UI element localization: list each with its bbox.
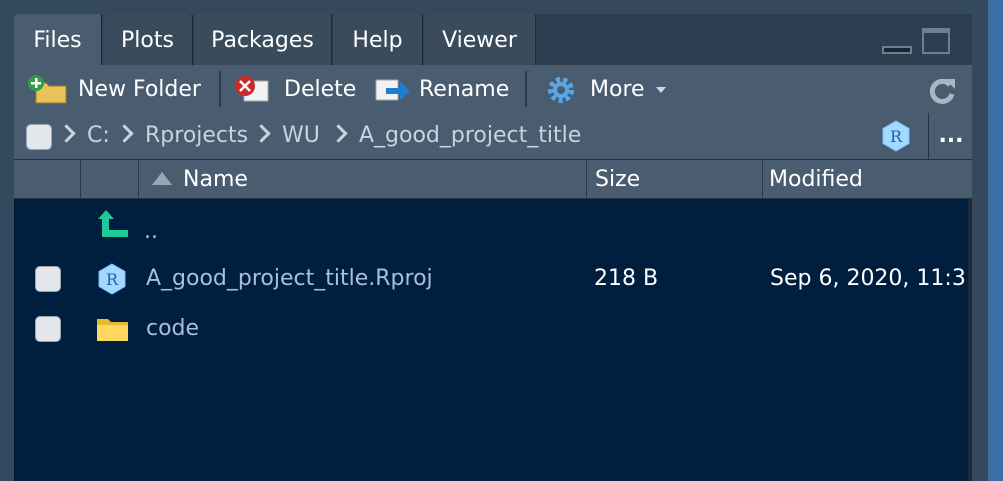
tab-help[interactable]: Help [333, 14, 423, 65]
go-to-project-icon[interactable]: R [880, 120, 912, 152]
svg-text:R: R [106, 270, 119, 289]
tab-plots[interactable]: Plots [103, 14, 193, 65]
breadcrumb: C: Rprojects WU A_good_project_title R .… [14, 113, 972, 160]
parent-directory-icon [98, 210, 128, 237]
breadcrumb-segment[interactable]: WU [282, 113, 320, 159]
folder-icon [97, 319, 128, 341]
chevron-right-icon [252, 124, 271, 143]
file-list-header: Name Size Modified [14, 160, 972, 199]
tab-viewer[interactable]: Viewer [424, 14, 536, 65]
chevron-right-icon [115, 124, 134, 143]
rename-label: Rename [419, 77, 510, 102]
toolbar-divider [525, 71, 527, 107]
files-toolbar: New Folder Delete Rename More [14, 65, 972, 114]
row-checkbox[interactable] [35, 266, 61, 292]
delete-icon [235, 76, 269, 102]
breadcrumb-segment[interactable]: C: [87, 113, 110, 159]
chevron-down-icon [656, 87, 666, 93]
chevron-right-icon [57, 124, 76, 143]
toolbar-divider [219, 71, 221, 107]
delete-label: Delete [284, 77, 357, 102]
more-menu-button[interactable]: More [544, 65, 674, 113]
new-folder-label: New Folder [78, 77, 201, 102]
maximize-pane-icon[interactable] [922, 28, 950, 54]
breadcrumb-segment[interactable]: A_good_project_title [359, 113, 581, 159]
file-size: 218 B [594, 266, 659, 291]
path-more-button[interactable]: ... [928, 113, 972, 159]
scrollbar[interactable] [968, 199, 972, 481]
new-folder-button[interactable]: New Folder [26, 65, 216, 113]
minimize-pane-icon[interactable] [882, 46, 912, 54]
delete-button[interactable]: Delete [234, 65, 359, 113]
files-pane: Files Plots Packages Help Viewer New Fol… [14, 14, 972, 481]
header-icon-column [81, 160, 139, 198]
file-name-link[interactable]: A_good_project_title.Rproj [146, 254, 586, 304]
chevron-right-icon [329, 124, 348, 143]
header-name[interactable]: Name [139, 160, 587, 198]
svg-text:R: R [890, 127, 903, 146]
file-modified: Sep 6, 2020, 11:3 [770, 266, 966, 291]
header-checkbox-column [14, 160, 81, 198]
tab-bar: Files Plots Packages Help Viewer [14, 14, 972, 65]
rename-icon [375, 79, 410, 101]
header-modified[interactable]: Modified [763, 160, 972, 198]
table-row: code [14, 304, 968, 354]
breadcrumb-segment[interactable]: Rprojects [145, 113, 248, 159]
refresh-icon[interactable] [926, 75, 958, 105]
select-all-checkbox[interactable] [26, 124, 52, 150]
parent-directory-row[interactable]: .. [14, 199, 968, 249]
row-checkbox[interactable] [35, 316, 61, 342]
file-name-link[interactable]: code [146, 304, 586, 354]
more-label: More [590, 77, 645, 102]
tab-files[interactable]: Files [14, 14, 102, 65]
header-size[interactable]: Size [587, 160, 763, 198]
file-list: .. R A_good_project_title.Rproj 218 B Se… [14, 199, 968, 481]
gear-icon [548, 77, 574, 103]
table-row: R A_good_project_title.Rproj 218 B Sep 6… [14, 254, 968, 304]
new-folder-icon [28, 75, 67, 104]
window-edge [988, 0, 1003, 481]
tab-packages[interactable]: Packages [194, 14, 332, 65]
rename-button[interactable]: Rename [374, 65, 509, 113]
rproj-file-icon: R [98, 263, 126, 295]
parent-directory-link[interactable]: .. [144, 207, 158, 257]
